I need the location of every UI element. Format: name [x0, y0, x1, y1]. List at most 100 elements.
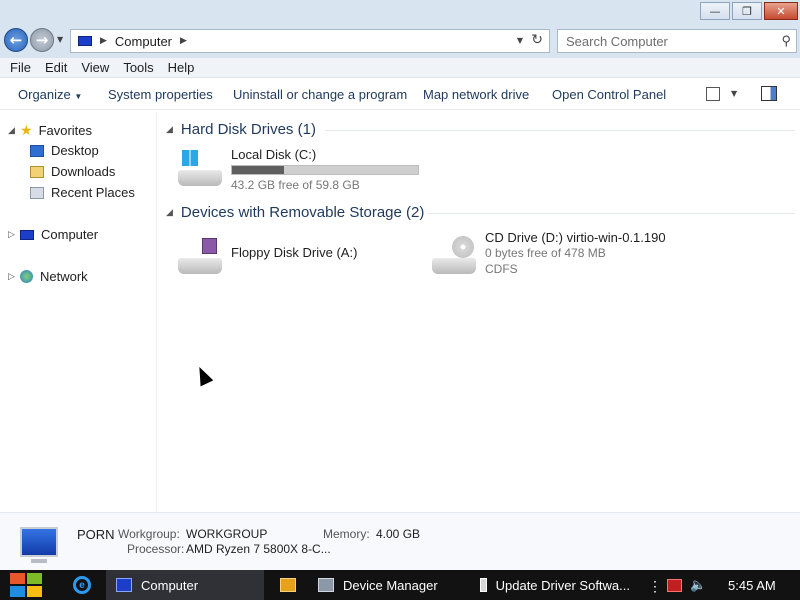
details-pane: PORN Workgroup: WORKGROUP Memory: 4.00 G… [0, 512, 800, 570]
network-icon [20, 270, 33, 283]
floppy-drive-icon [178, 238, 222, 274]
floppy-disk-icon [202, 238, 217, 254]
group-header-removable-storage[interactable]: ◢ Devices with Removable Storage (2) [166, 204, 424, 221]
back-button[interactable]: ← [4, 28, 28, 52]
search-input[interactable]: Search Computer ⚲ [557, 29, 797, 53]
drive-usage-bar [231, 165, 419, 175]
processor-value: AMD Ryzen 7 5800X 8-C... [186, 542, 331, 556]
collapse-chevron-icon[interactable]: ◢ [166, 207, 173, 218]
collapse-chevron-icon[interactable]: ◢ [166, 124, 173, 135]
minimize-button[interactable]: — [700, 2, 730, 20]
update-driver-icon [480, 578, 487, 592]
system-properties-button[interactable]: System properties [108, 87, 213, 102]
taskbar-media-player[interactable] [280, 570, 308, 600]
memory-value: 4.00 GB [376, 527, 421, 541]
sidebar-item-desktop[interactable]: Desktop [30, 143, 99, 158]
organize-button[interactable]: Organize ▼ [18, 87, 82, 102]
menu-edit[interactable]: Edit [45, 60, 67, 75]
drive-free-space: 43.2 GB free of 59.8 GB [231, 178, 360, 192]
sidebar-item-network[interactable]: ▷ Network [8, 269, 88, 284]
breadcrumb-computer[interactable]: Computer [115, 34, 172, 49]
menu-tools[interactable]: Tools [123, 60, 153, 75]
refresh-icon[interactable]: ↻ [531, 32, 543, 48]
sidebar-item-label: Recent Places [51, 185, 135, 200]
sidebar-item-favorites[interactable]: ◢ ★ Favorites [8, 122, 92, 139]
recent-pages-dropdown[interactable]: ▼ [57, 35, 63, 44]
drive-body [178, 258, 222, 274]
sidebar-item-computer[interactable]: ▷ Computer [8, 227, 98, 242]
explorer-window: — ❐ ✕ ← → ▼ ▶ Computer ▶ ▼ ↻ Search Comp… [0, 0, 800, 570]
address-bar[interactable]: ▶ Computer ▶ ▼ ↻ [70, 29, 550, 53]
sidebar-item-label: Network [40, 269, 88, 284]
taskbar-item-label: Update Driver Softwa... [495, 577, 630, 593]
close-button[interactable]: ✕ [764, 2, 798, 20]
sidebar-item-recent-places[interactable]: Recent Places [30, 185, 135, 200]
processor-label: Processor: [127, 542, 185, 556]
computer-name: PORN [77, 527, 115, 542]
caption-buttons: — ❐ ✕ [700, 2, 798, 20]
command-bar: Organize ▼ System properties Uninstall o… [0, 79, 800, 110]
map-network-drive-button[interactable]: Map network drive [423, 87, 529, 102]
expand-chevron-icon[interactable]: ▷ [8, 271, 20, 282]
forward-button[interactable]: → [30, 28, 54, 52]
computer-monitor-icon [20, 527, 58, 557]
search-icon[interactable]: ⚲ [781, 33, 791, 49]
open-control-panel-button[interactable]: Open Control Panel [552, 87, 666, 102]
drive-cd-d[interactable]: CD Drive (D:) virtio-win-0.1.190 0 bytes… [414, 230, 674, 280]
menu-help[interactable]: Help [168, 60, 195, 75]
navigation-pane: ◢ ★ Favorites Desktop Downloads Recent P… [0, 112, 157, 512]
drive-name: Local Disk (C:) [231, 147, 317, 162]
internet-explorer-icon[interactable]: e [73, 576, 91, 594]
view-options-dropdown-icon[interactable]: ▼ [731, 89, 737, 98]
computer-icon [78, 36, 92, 46]
sidebar-item-label: Downloads [51, 164, 116, 179]
network-status-icon[interactable] [667, 579, 682, 592]
recent-places-icon [30, 186, 44, 199]
taskbar-item-update-driver[interactable]: Update Driver Softwa... [480, 570, 630, 600]
drive-name: Floppy Disk Drive (A:) [231, 245, 358, 260]
change-view-icon[interactable] [706, 87, 720, 101]
address-history-dropdown-icon[interactable]: ▼ [517, 36, 523, 45]
drive-filesystem: CDFS [485, 262, 518, 276]
drive-free-space: 0 bytes free of 478 MB [485, 246, 606, 260]
windows-logo-icon [182, 150, 198, 166]
taskbar-item-device-manager[interactable]: Device Manager [318, 570, 468, 600]
group-title: Hard Disk Drives (1) [180, 121, 316, 138]
start-button[interactable] [10, 573, 42, 597]
group-divider [325, 130, 795, 131]
drive-body [432, 258, 476, 274]
cd-drive-icon [432, 236, 476, 274]
sidebar-item-label: Computer [41, 227, 99, 242]
preview-pane-icon[interactable] [761, 86, 777, 101]
group-header-hard-disk-drives[interactable]: ◢ Hard Disk Drives (1) [166, 121, 316, 138]
breadcrumb-separator-icon[interactable]: ▶ [100, 36, 107, 46]
drive-local-disk-c[interactable]: Local Disk (C:) 43.2 GB free of 59.8 GB [160, 142, 430, 198]
taskbar-item-label: Computer [141, 577, 199, 593]
menu-file[interactable]: File [10, 60, 31, 75]
system-clock[interactable]: 5:45 AM [728, 578, 776, 593]
taskbar-item-computer[interactable]: Computer [106, 570, 264, 600]
workgroup-value: WORKGROUP [186, 527, 268, 541]
media-player-icon [280, 578, 296, 592]
tray-overflow-icon[interactable]: ⋮ [648, 578, 662, 595]
drive-usage-fill [232, 166, 285, 174]
search-placeholder: Search Computer [566, 33, 668, 49]
navigation-bar: ← → ▼ ▶ Computer ▶ ▼ ↻ Search Computer ⚲ [0, 24, 800, 58]
sidebar-item-label: Favorites [38, 123, 93, 138]
breadcrumb-chevron-icon[interactable]: ▶ [180, 36, 187, 46]
expand-chevron-icon[interactable]: ◢ [8, 125, 20, 136]
sidebar-item-downloads[interactable]: Downloads [30, 164, 115, 179]
group-title: Devices with Removable Storage (2) [180, 204, 425, 221]
expand-chevron-icon[interactable]: ▷ [8, 229, 20, 240]
star-icon: ★ [20, 122, 33, 138]
restore-button[interactable]: ❐ [732, 2, 762, 20]
group-divider [428, 213, 795, 214]
uninstall-program-button[interactable]: Uninstall or change a program [233, 87, 407, 102]
device-manager-icon [318, 578, 334, 592]
taskbar: e Computer Device Manager Update Driver … [0, 570, 800, 600]
drive-floppy-a[interactable]: Floppy Disk Drive (A:) [160, 230, 410, 276]
menu-view[interactable]: View [81, 60, 109, 75]
volume-icon[interactable]: 🔈 [690, 577, 706, 593]
file-list: ◢ Hard Disk Drives (1) Local Disk (C:) 4… [160, 112, 800, 512]
workgroup-label: Workgroup: [118, 527, 180, 541]
